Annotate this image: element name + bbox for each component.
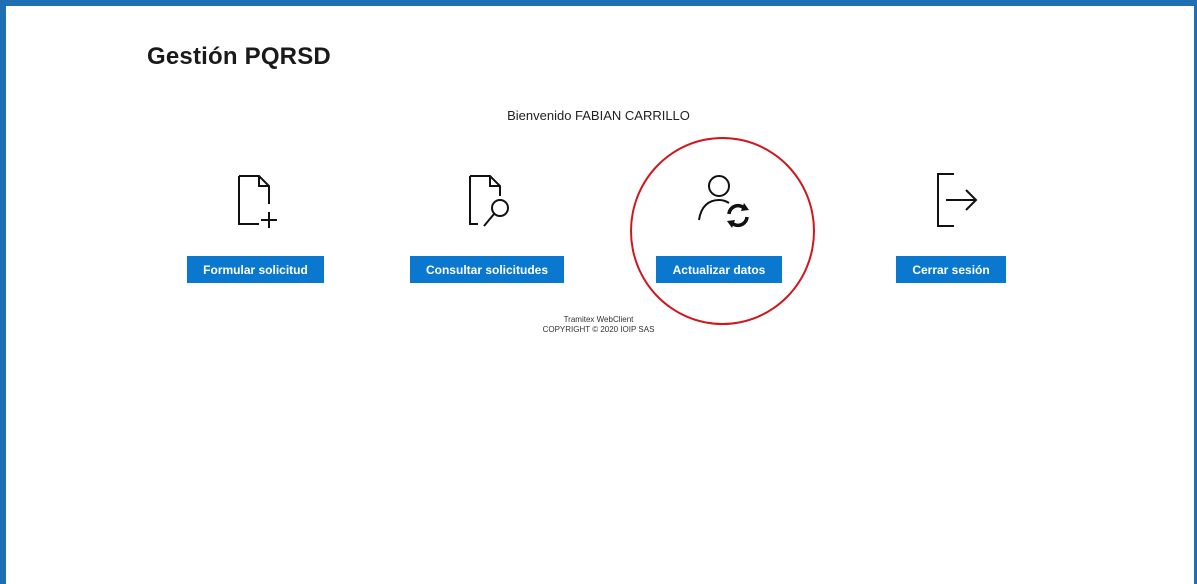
footer: Tramitex WebClient COPYRIGHT © 2020 IOIP…	[0, 315, 1197, 335]
welcome-message: Bienvenido FABIAN CARRILLO	[507, 108, 690, 123]
page-title: Gestión PQRSD	[147, 43, 331, 70]
new-document-icon[interactable]	[225, 168, 289, 232]
actualizar-datos-button[interactable]: Actualizar datos	[656, 256, 782, 283]
window-frame	[0, 0, 1197, 584]
consultar-solicitudes-button[interactable]: Consultar solicitudes	[410, 256, 564, 283]
footer-product: Tramitex WebClient	[563, 315, 634, 324]
user-refresh-icon[interactable]	[691, 168, 755, 232]
formular-solicitud-button[interactable]: Formular solicitud	[187, 256, 324, 283]
tile-formular-solicitud	[187, 168, 327, 232]
tile-actualizar-datos	[653, 168, 793, 232]
document-search-icon[interactable]	[456, 168, 520, 232]
sign-out-icon[interactable]	[920, 168, 984, 232]
tile-cerrar-sesion	[882, 168, 1022, 232]
tile-consultar-solicitudes	[418, 168, 558, 232]
cerrar-sesion-button[interactable]: Cerrar sesión	[896, 256, 1006, 283]
footer-copyright: COPYRIGHT © 2020 IOIP SAS	[542, 325, 655, 334]
